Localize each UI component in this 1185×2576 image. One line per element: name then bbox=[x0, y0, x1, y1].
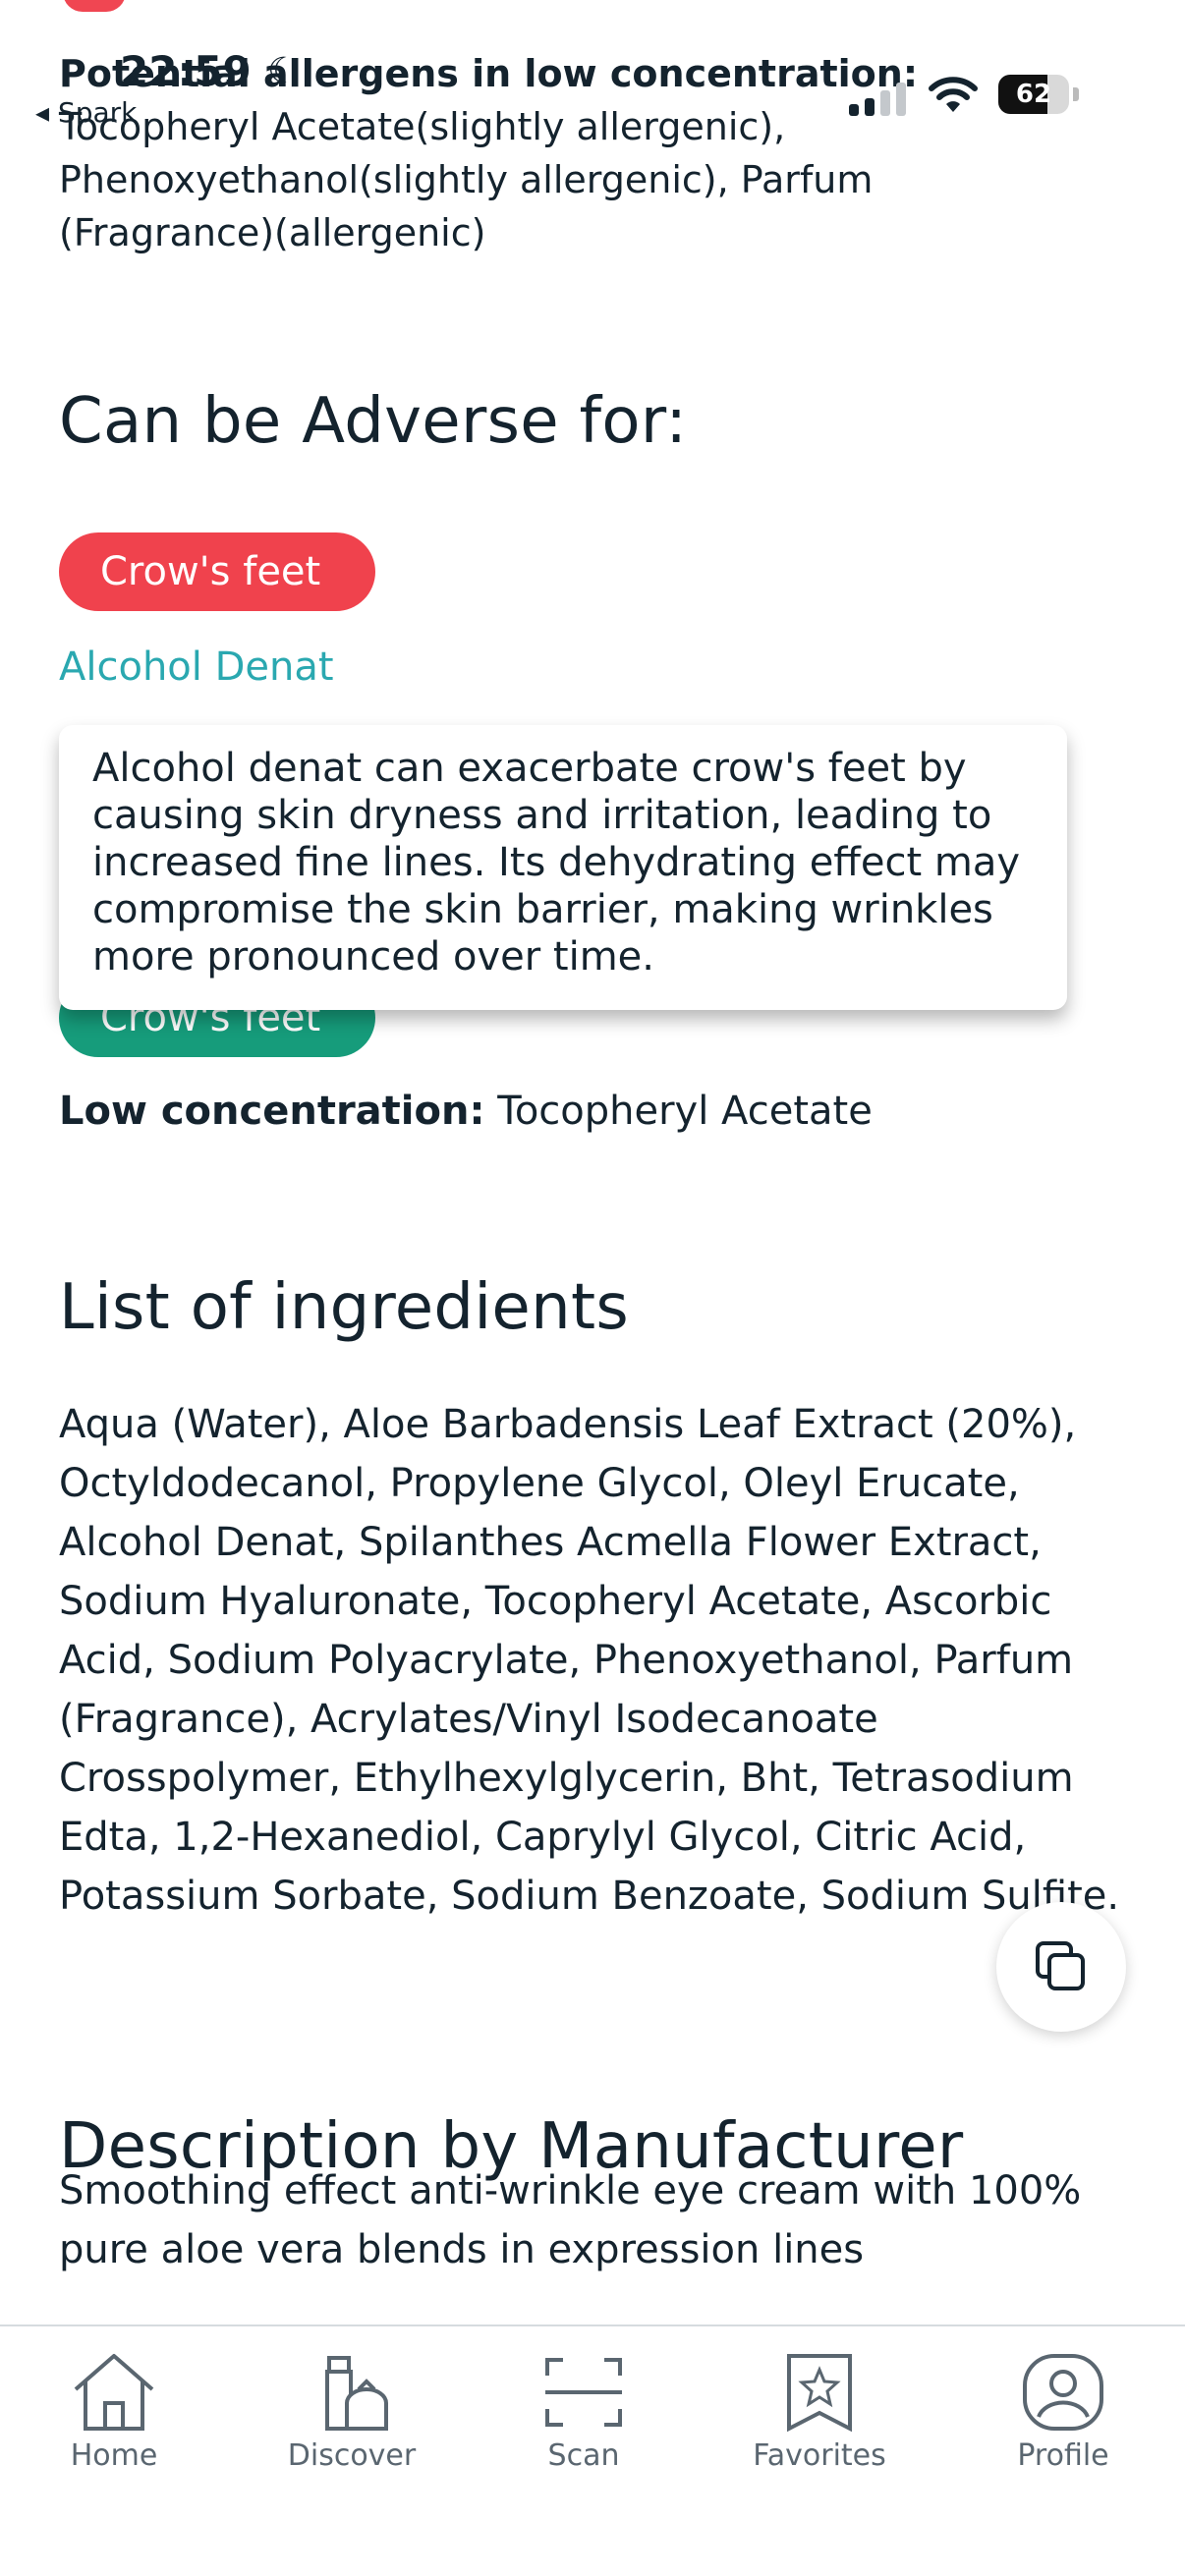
scan-icon bbox=[545, 2358, 622, 2427]
tab-favorites-label: Favorites bbox=[753, 2438, 886, 2473]
adverse-chip-crows-feet[interactable]: Crow's feet bbox=[59, 532, 375, 611]
manufacturer-description: Smoothing effect anti-wrinkle eye cream … bbox=[59, 2168, 1082, 2272]
low-concentration-label: Low concentration: bbox=[59, 1089, 485, 1134]
tab-profile[interactable]: Profile bbox=[975, 2352, 1152, 2519]
back-to-app-link[interactable]: ◂ Spark bbox=[35, 96, 137, 129]
low-concentration-row: Low concentration: Tocopheryl Acetate bbox=[59, 1089, 873, 1134]
copy-icon bbox=[1036, 1941, 1085, 1990]
cellular-signal-icon bbox=[849, 83, 906, 116]
tab-discover-label: Discover bbox=[287, 2438, 417, 2473]
allergens-list: Tocopheryl Acetate(slightly allergenic),… bbox=[59, 105, 874, 254]
wifi-icon bbox=[929, 77, 978, 112]
ingredients-heading: List of ingredients bbox=[59, 1271, 629, 1344]
favorites-icon bbox=[787, 2354, 852, 2433]
battery-level: 62 bbox=[1015, 80, 1052, 109]
tab-scan-label: Scan bbox=[547, 2438, 620, 2473]
tab-home-label: Home bbox=[70, 2438, 158, 2473]
tab-scan[interactable]: Scan bbox=[495, 2352, 672, 2519]
product-detail-screen: Potential allergens in low concentration… bbox=[0, 0, 1185, 2576]
ingredient-link-alcohol-denat[interactable]: Alcohol Denat bbox=[59, 644, 334, 690]
moon-icon: ☾ bbox=[267, 51, 300, 91]
battery-icon: 62 bbox=[998, 75, 1079, 114]
status-time: 22:59 bbox=[120, 47, 252, 95]
home-icon bbox=[74, 2354, 154, 2431]
status-indicator-dot bbox=[63, 0, 126, 12]
copy-button[interactable] bbox=[996, 1902, 1126, 2032]
low-concentration-value: Tocopheryl Acetate bbox=[497, 1089, 873, 1134]
bottom-tab-bar: Home Discover Scan Favorites Profile bbox=[0, 2324, 1185, 2576]
adverse-heading: Can be Adverse for: bbox=[59, 385, 688, 458]
discover-icon bbox=[325, 2356, 388, 2431]
ingredient-tooltip: Alcohol denat can exacerbate crow's feet… bbox=[59, 725, 1067, 1010]
profile-icon bbox=[1023, 2354, 1103, 2431]
tab-favorites[interactable]: Favorites bbox=[731, 2352, 908, 2519]
ingredients-list: Aqua (Water), Aloe Barbadensis Leaf Extr… bbox=[59, 1402, 1120, 1919]
tab-discover[interactable]: Discover bbox=[263, 2352, 440, 2519]
tab-profile-label: Profile bbox=[1017, 2438, 1109, 2473]
tab-home[interactable]: Home bbox=[26, 2352, 202, 2519]
